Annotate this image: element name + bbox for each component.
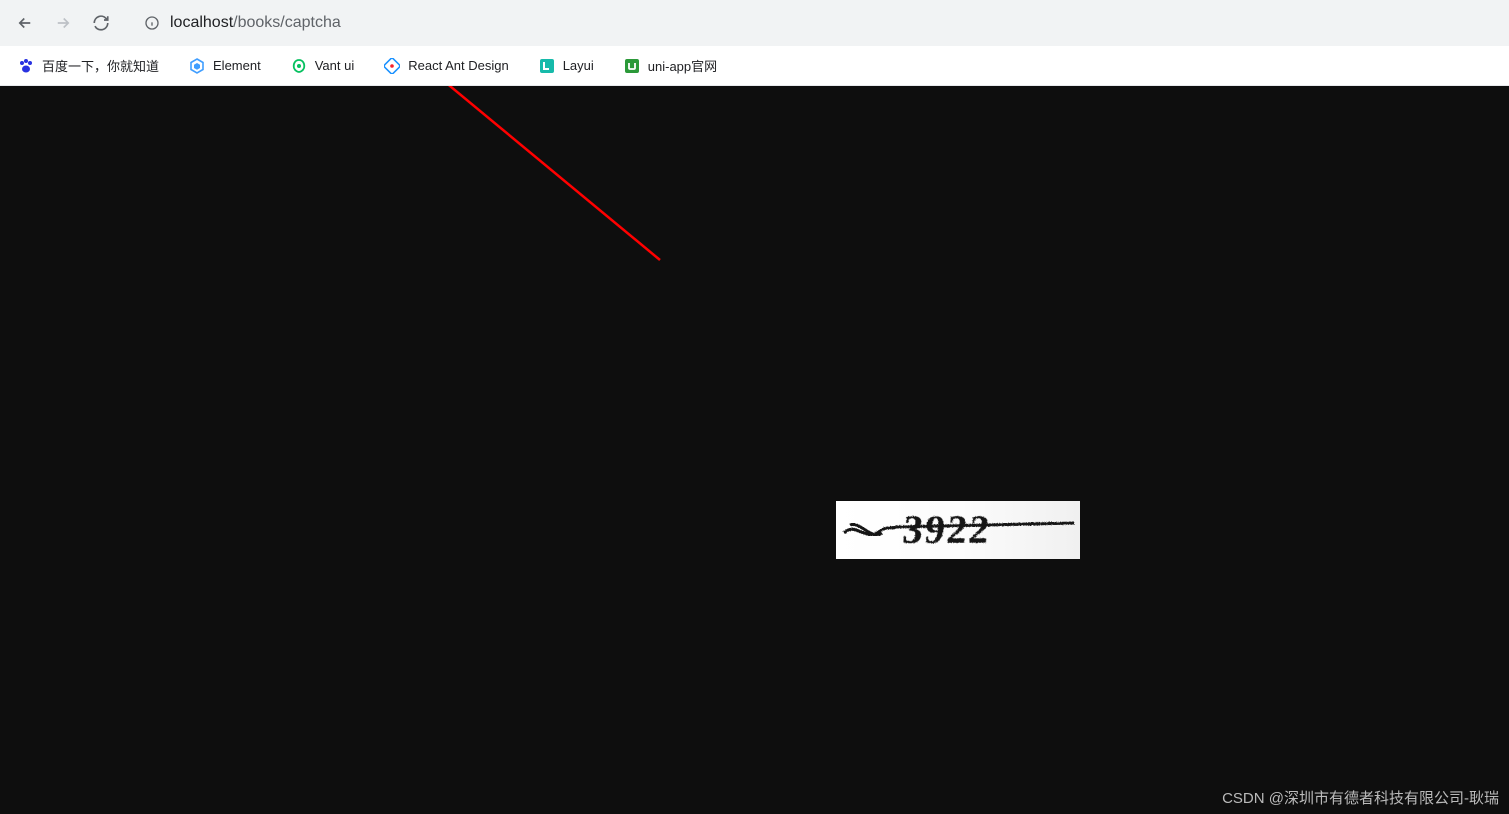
url-text: localhost/books/captcha xyxy=(170,14,341,32)
svg-text:3922: 3922 xyxy=(901,507,994,552)
bookmark-uniapp[interactable]: uni-app官网 xyxy=(618,52,723,79)
reload-icon xyxy=(92,14,110,32)
bookmarks-bar: 百度一下，你就知道 Element Vant ui React Ant Desi… xyxy=(0,46,1509,86)
vant-icon xyxy=(291,58,307,74)
bookmark-layui[interactable]: Layui xyxy=(533,54,600,78)
annotation-arrow xyxy=(0,86,1509,814)
back-button[interactable] xyxy=(8,6,42,40)
bookmark-antd[interactable]: React Ant Design xyxy=(378,54,514,78)
watermark-text: CSDN @深圳市有德者科技有限公司-耿瑞 xyxy=(1222,787,1499,808)
layui-icon xyxy=(539,58,555,74)
browser-nav-bar: localhost/books/captcha xyxy=(0,0,1509,46)
uniapp-icon xyxy=(624,58,640,74)
url-path: /books/captcha xyxy=(233,14,341,31)
bookmark-label: Element xyxy=(213,58,261,73)
forward-button[interactable] xyxy=(46,6,80,40)
bookmark-element[interactable]: Element xyxy=(183,54,267,78)
reload-button[interactable] xyxy=(84,6,118,40)
bookmark-label: Vant ui xyxy=(315,58,355,73)
arrow-left-icon xyxy=(16,14,34,32)
site-info-icon xyxy=(144,15,160,31)
bookmark-baidu[interactable]: 百度一下，你就知道 xyxy=(12,52,165,79)
page-content: 3922 CSDN @深圳市有德者科技有限公司-耿瑞 xyxy=(0,86,1509,814)
antd-icon xyxy=(384,58,400,74)
arrow-right-icon xyxy=(54,14,72,32)
element-icon xyxy=(189,58,205,74)
url-host: localhost xyxy=(170,14,233,31)
bookmark-label: Layui xyxy=(563,58,594,73)
address-bar[interactable]: localhost/books/captcha xyxy=(130,6,1501,40)
bookmark-label: React Ant Design xyxy=(408,58,508,73)
captcha-image[interactable]: 3922 xyxy=(836,501,1080,559)
bookmark-label: uni-app官网 xyxy=(648,56,717,75)
captcha-svg: 3922 xyxy=(836,501,1080,559)
bookmark-vant[interactable]: Vant ui xyxy=(285,54,361,78)
bookmark-label: 百度一下，你就知道 xyxy=(42,56,159,75)
baidu-icon xyxy=(18,58,34,74)
